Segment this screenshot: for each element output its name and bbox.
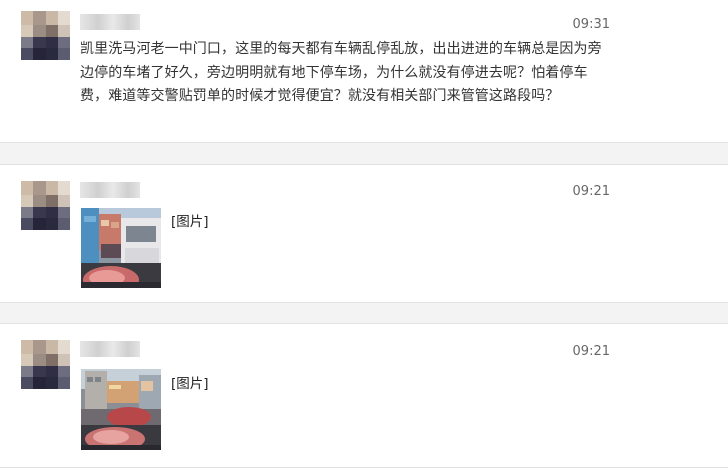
street-photo-image (81, 369, 161, 450)
message-feed: 09:31 凯里洗马河老一中门口，这里的每天都有车辆乱停乱放，出出进进的车辆总是… (0, 0, 728, 468)
blurred-username (80, 182, 140, 198)
image-label: [图片] (171, 214, 209, 230)
avatar[interactable] (21, 181, 70, 230)
blurred-username (80, 14, 140, 30)
message-text: 凯里洗马河老一中门口，这里的每天都有车辆乱停乱放，出出进进的车辆总是因为旁边停的… (80, 41, 602, 104)
image-label: [图片] (171, 376, 209, 392)
message-item[interactable]: 09:21 [图片] (0, 323, 728, 468)
message-time: 09:31 (572, 17, 610, 32)
blurred-avatar-image (21, 340, 70, 389)
message-item[interactable]: 09:21 [图片] (0, 164, 728, 303)
message-item[interactable]: 09:31 凯里洗马河老一中门口，这里的每天都有车辆乱停乱放，出出进进的车辆总是… (0, 0, 728, 143)
message-time: 09:21 (572, 344, 610, 359)
blurred-avatar-image (21, 181, 70, 230)
blurred-username (80, 341, 140, 357)
blurred-avatar-image (21, 11, 70, 60)
street-photo-thumbnail[interactable] (81, 369, 161, 450)
avatar[interactable] (21, 340, 70, 389)
street-photo-thumbnail[interactable] (81, 208, 161, 288)
message-time: 09:21 (572, 184, 610, 199)
street-photo-image (81, 208, 161, 288)
avatar[interactable] (21, 11, 70, 60)
